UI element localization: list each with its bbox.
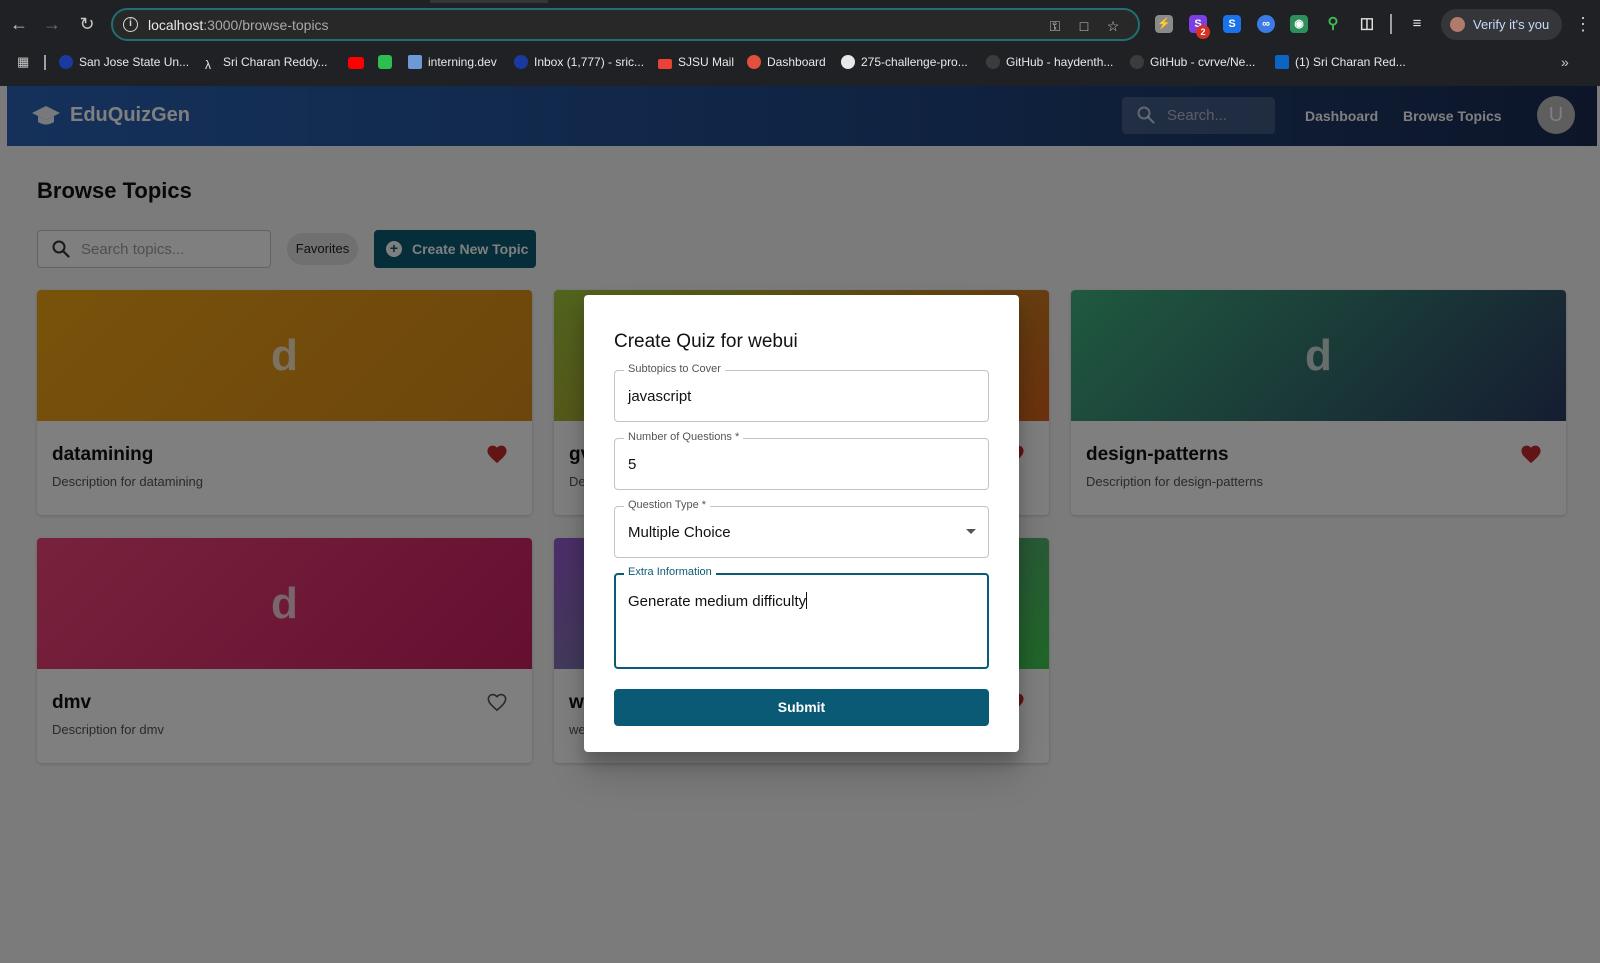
submit-button[interactable]: Submit	[614, 689, 989, 726]
bookmark-label: interning.dev	[428, 55, 497, 69]
extension-icon[interactable]: ∞	[1257, 15, 1275, 33]
app-root: EduQuizGen Search... Dashboard Browse To…	[0, 86, 1600, 963]
site-info-icon[interactable]: i	[123, 17, 138, 32]
extension-icon[interactable]: ⚡	[1155, 15, 1173, 33]
address-bar[interactable]: i localhost:3000/browse-topics ⚿ □ ☆	[111, 8, 1140, 41]
bookmark-item[interactable]: 275-challenge-pro...	[841, 49, 968, 76]
bookmark-item[interactable]: Dashboard	[747, 49, 826, 76]
extension-icon[interactable]: ◉	[1290, 15, 1308, 33]
subtopics-label: Subtopics to Cover	[624, 363, 725, 375]
number-of-questions-label: Number of Questions *	[624, 431, 744, 443]
verify-profile-button[interactable]: Verify it's you	[1441, 9, 1562, 40]
url-text[interactable]: localhost:3000/browse-topics	[148, 17, 329, 33]
github-icon	[986, 55, 1000, 69]
youtube-icon	[348, 57, 364, 69]
dropdown-arrow-icon	[966, 529, 976, 534]
bookmark-item[interactable]: Inbox (1,777) - sric...	[514, 49, 644, 76]
bookmark-item[interactable]: San Jose State Un...	[59, 49, 189, 76]
subtopics-value: javascript	[628, 388, 692, 405]
subtopics-field[interactable]: Subtopics to Cover javascript	[614, 363, 989, 422]
browser-menu-icon[interactable]: ⋮	[1574, 12, 1592, 36]
verify-label: Verify it's you	[1473, 17, 1550, 32]
bookmark-label: Inbox (1,777) - sric...	[534, 55, 645, 69]
bookmark-item-youtube[interactable]	[348, 49, 370, 76]
create-quiz-dialog: Create Quiz for webui Subtopics to Cover…	[584, 295, 1019, 752]
bookmark-label: SJSU Mail	[678, 55, 735, 69]
bookmark-favicon	[747, 55, 761, 69]
bookmark-star-icon[interactable]: ☆	[1104, 17, 1122, 35]
bookmark-label: Sri Charan Reddy...	[223, 55, 328, 69]
install-app-icon[interactable]: □	[1075, 17, 1093, 35]
reading-list-icon[interactable]: ≡	[1408, 15, 1426, 33]
url-host: localhost	[148, 17, 204, 33]
bookmark-label: GitHub - haydenth...	[1006, 55, 1114, 69]
bookmark-item-hackerrank[interactable]	[378, 49, 398, 76]
text-cursor	[806, 592, 808, 609]
bookmark-item[interactable]: λ Sri Charan Reddy...	[205, 49, 328, 76]
github-icon	[1130, 55, 1144, 69]
apps-grid-icon[interactable]: ▦	[17, 55, 31, 69]
bookmark-label: Dashboard	[767, 55, 826, 69]
bookmarks-overflow-icon[interactable]: »	[1561, 49, 1569, 76]
question-type-label: Question Type *	[624, 499, 711, 511]
gmail-icon	[658, 59, 672, 69]
dialog-title: Create Quiz for webui	[614, 331, 798, 352]
hackerrank-icon	[378, 55, 392, 69]
reload-icon[interactable]: ↻	[75, 12, 99, 36]
extensions-puzzle-icon[interactable]: ◫	[1358, 15, 1376, 33]
bookmark-favicon: λ	[205, 58, 211, 72]
tab-indicator	[430, 0, 548, 3]
bookmark-label: San Jose State Un...	[79, 55, 190, 69]
extra-information-textarea[interactable]: Extra Information Generate medium diffic…	[614, 566, 989, 669]
linkedin-icon	[1275, 55, 1289, 69]
bookmark-favicon	[514, 55, 528, 69]
url-path: :3000/browse-topics	[203, 17, 329, 33]
profile-avatar	[1450, 17, 1465, 32]
github-icon	[841, 55, 855, 69]
question-type-value: Multiple Choice	[628, 524, 731, 541]
bookmark-favicon	[408, 55, 422, 69]
browser-chrome: ← → ↻ i localhost:3000/browse-topics ⚿ □…	[0, 0, 1600, 86]
bookmark-label: (1) Sri Charan Red...	[1295, 55, 1406, 69]
extension-icon[interactable]: S	[1223, 15, 1241, 33]
extension-badge: 2	[1196, 25, 1210, 39]
number-of-questions-value: 5	[628, 456, 637, 473]
magnifier-extension-icon[interactable]: ⚲	[1324, 15, 1342, 33]
bookmark-item[interactable]: SJSU Mail	[658, 49, 734, 76]
bookmark-label: 275-challenge-pro...	[861, 55, 968, 69]
bookmark-item[interactable]: GitHub - haydenth...	[986, 49, 1113, 76]
extra-information-text: Generate medium difficulty	[628, 593, 807, 610]
bookmark-item[interactable]: (1) Sri Charan Red...	[1275, 49, 1406, 76]
toolbar-divider	[1390, 14, 1392, 34]
key-icon[interactable]: ⚿	[1046, 17, 1064, 35]
bookmark-item[interactable]: interning.dev	[408, 49, 497, 76]
forward-icon[interactable]: →	[40, 12, 64, 36]
bookmarks-bar: ▦ San Jose State Un... λ Sri Charan Reddy…	[0, 49, 1600, 76]
back-icon[interactable]: ←	[7, 12, 31, 36]
bookmark-item[interactable]: GitHub - cvrve/Ne...	[1130, 49, 1255, 76]
bookmark-favicon	[59, 55, 73, 69]
bookmark-label: GitHub - cvrve/Ne...	[1150, 55, 1256, 69]
extra-information-value: Generate medium difficulty	[628, 592, 808, 610]
extra-information-label: Extra Information	[624, 566, 716, 578]
question-type-select[interactable]: Question Type * Multiple Choice	[614, 499, 989, 558]
number-of-questions-field[interactable]: Number of Questions * 5	[614, 431, 989, 490]
bookmarks-divider	[44, 55, 46, 70]
